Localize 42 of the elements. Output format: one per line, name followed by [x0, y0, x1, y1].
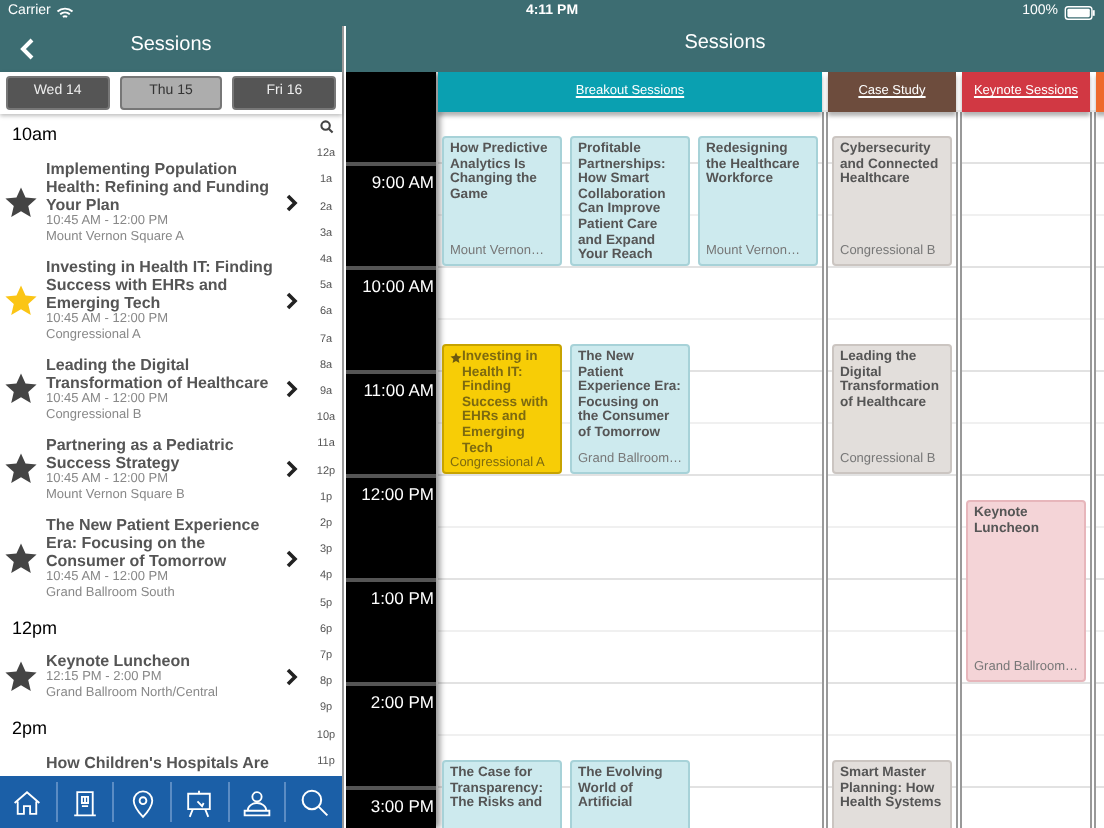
- star-icon[interactable]: [4, 541, 38, 575]
- time-label: 12:00 PM: [361, 484, 434, 504]
- nav-title: Sessions: [684, 30, 766, 58]
- session-title: Investing in Health IT: Finding Success with EHRs and Emerging Tech: [46, 257, 275, 311]
- session-title: How Children's Hospitals Are: [46, 753, 271, 771]
- chevron-icon: [286, 549, 298, 567]
- section-heading: 12pm: [10, 615, 60, 642]
- time-label: 11:00 AM: [363, 380, 434, 400]
- chevron-icon: [286, 291, 298, 309]
- nav-title: Sessions: [130, 32, 212, 60]
- session-title: Keynote Luncheon: [46, 652, 193, 670]
- home-icon: [10, 785, 45, 819]
- session-row[interactable]: How Children's Hospitals Are: [0, 747, 310, 776]
- back-chevron-icon: [19, 37, 33, 59]
- session-title: The New Patient Experience Era: Focusing on the Consumer of Tomorrow: [46, 515, 262, 569]
- chevron-icon: [286, 460, 298, 478]
- chevron-icon: [286, 668, 298, 686]
- time-label: 2:00 PM: [370, 692, 434, 712]
- chevron-icon: [286, 380, 298, 398]
- section-heading: 10am: [10, 122, 60, 148]
- session-title: Leading the Digital Transformation of Healthcare: [46, 355, 271, 391]
- chevron-icon: [286, 193, 298, 211]
- star-icon[interactable]: [4, 372, 38, 406]
- building-icon: [68, 785, 102, 819]
- section-heading: 2pm: [10, 716, 50, 742]
- wifi-icon: [56, 6, 75, 20]
- time-label: 3:00 PM: [370, 796, 434, 816]
- person-at-desk-icon: [240, 785, 275, 819]
- star-icon: [450, 352, 462, 364]
- star-icon[interactable]: [4, 452, 38, 486]
- time-label: 10:00 AM: [362, 276, 434, 296]
- star-icon[interactable]: [4, 660, 38, 694]
- session-title: Partnering as a Pediatric Success Strategy: [46, 435, 236, 471]
- starred-icon[interactable]: [4, 283, 38, 317]
- easel-icon: [182, 785, 217, 819]
- star-icon[interactable]: [4, 185, 38, 219]
- time-label: 1:00 PM: [370, 588, 434, 608]
- battery-icon: [1063, 6, 1096, 20]
- time-label: 9:00 AM: [371, 172, 434, 192]
- search-icon: [297, 785, 332, 819]
- session-title: Implementing Population Health: Refining and Funding Your Plan: [46, 159, 272, 213]
- search-icon[interactable]: [319, 120, 333, 134]
